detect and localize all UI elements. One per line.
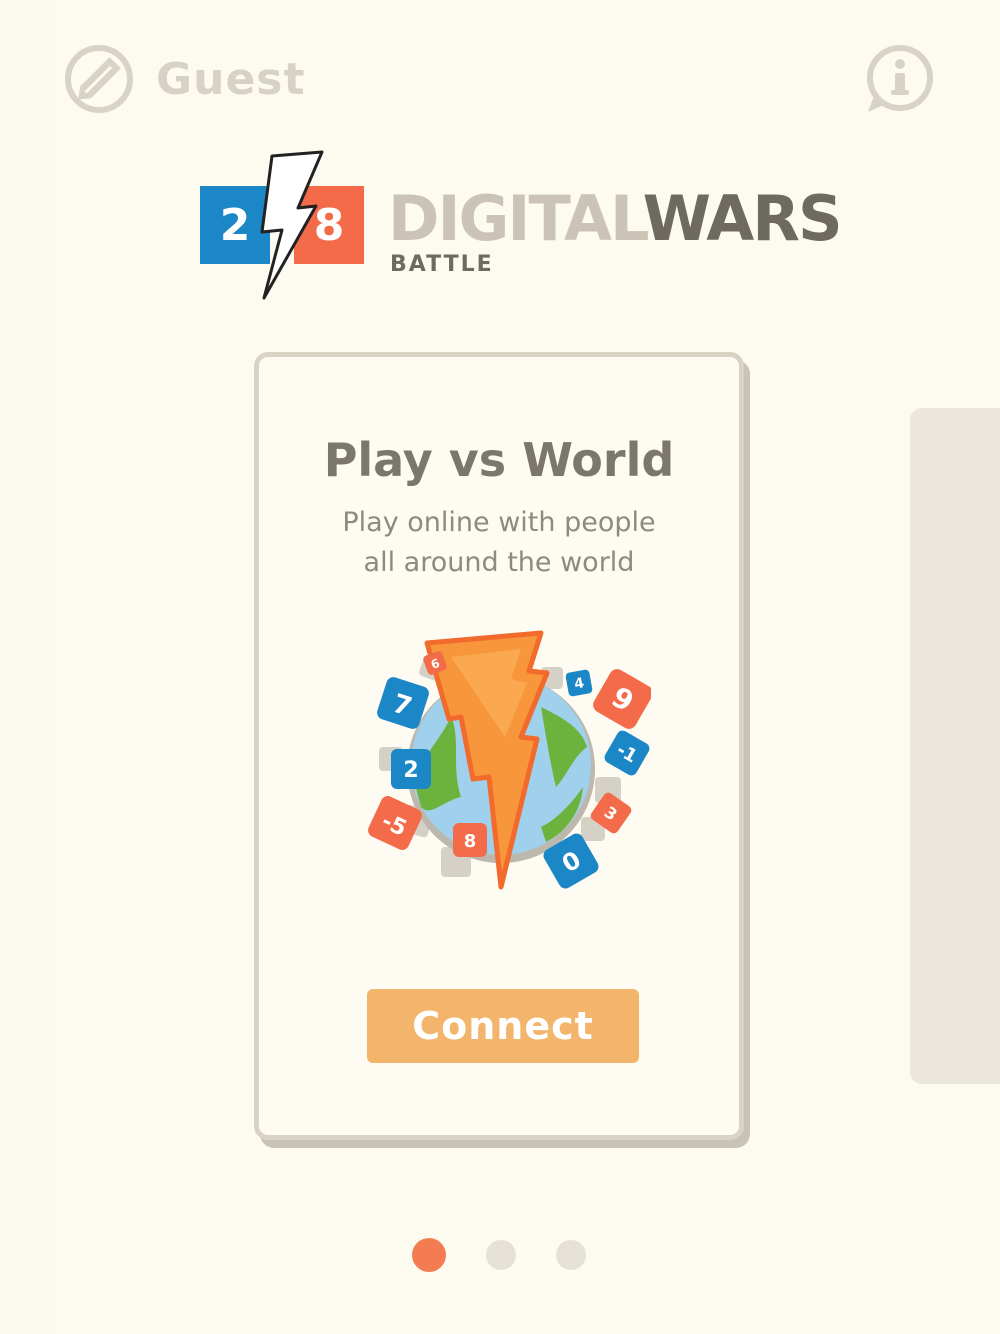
logo-title-digital: DIGITAL xyxy=(388,182,645,255)
card-desc-line2: all around the world xyxy=(363,547,635,578)
left-edge-strip xyxy=(0,0,60,1334)
page-dot-1[interactable] xyxy=(412,1238,446,1272)
info-icon[interactable] xyxy=(864,44,936,116)
user-header: Guest xyxy=(64,44,306,114)
connect-button[interactable]: Connect xyxy=(367,989,639,1063)
username-label: Guest xyxy=(156,53,306,105)
tile-label: 2 xyxy=(403,758,418,783)
page-dot-2[interactable] xyxy=(486,1240,516,1270)
card-title: Play vs World xyxy=(323,433,675,487)
next-mode-card-peek[interactable] xyxy=(910,408,1000,1084)
logo-subtitle: BATTLE xyxy=(390,252,494,277)
card-desc-line1: Play online with people xyxy=(342,507,656,538)
globe-lightning-icon: 7 6 2 -5 8 0 4 9 -1 3 xyxy=(368,630,651,890)
page-dot-3[interactable] xyxy=(556,1240,586,1270)
page-indicator xyxy=(412,1238,592,1272)
logo-title-wars: WARS xyxy=(642,182,843,255)
tile-label: 8 xyxy=(464,831,477,852)
lightning-bolt-icon xyxy=(260,150,324,300)
logo-title: DIGITALWARS xyxy=(388,188,843,250)
card-description: Play online with people all around the w… xyxy=(259,503,739,583)
game-logo: 2 8 DIGITALWARS BATTLE xyxy=(198,150,843,310)
pencil-icon[interactable] xyxy=(64,44,134,114)
mode-card-play-vs-world[interactable]: Play vs World Play online with people al… xyxy=(254,352,744,1140)
